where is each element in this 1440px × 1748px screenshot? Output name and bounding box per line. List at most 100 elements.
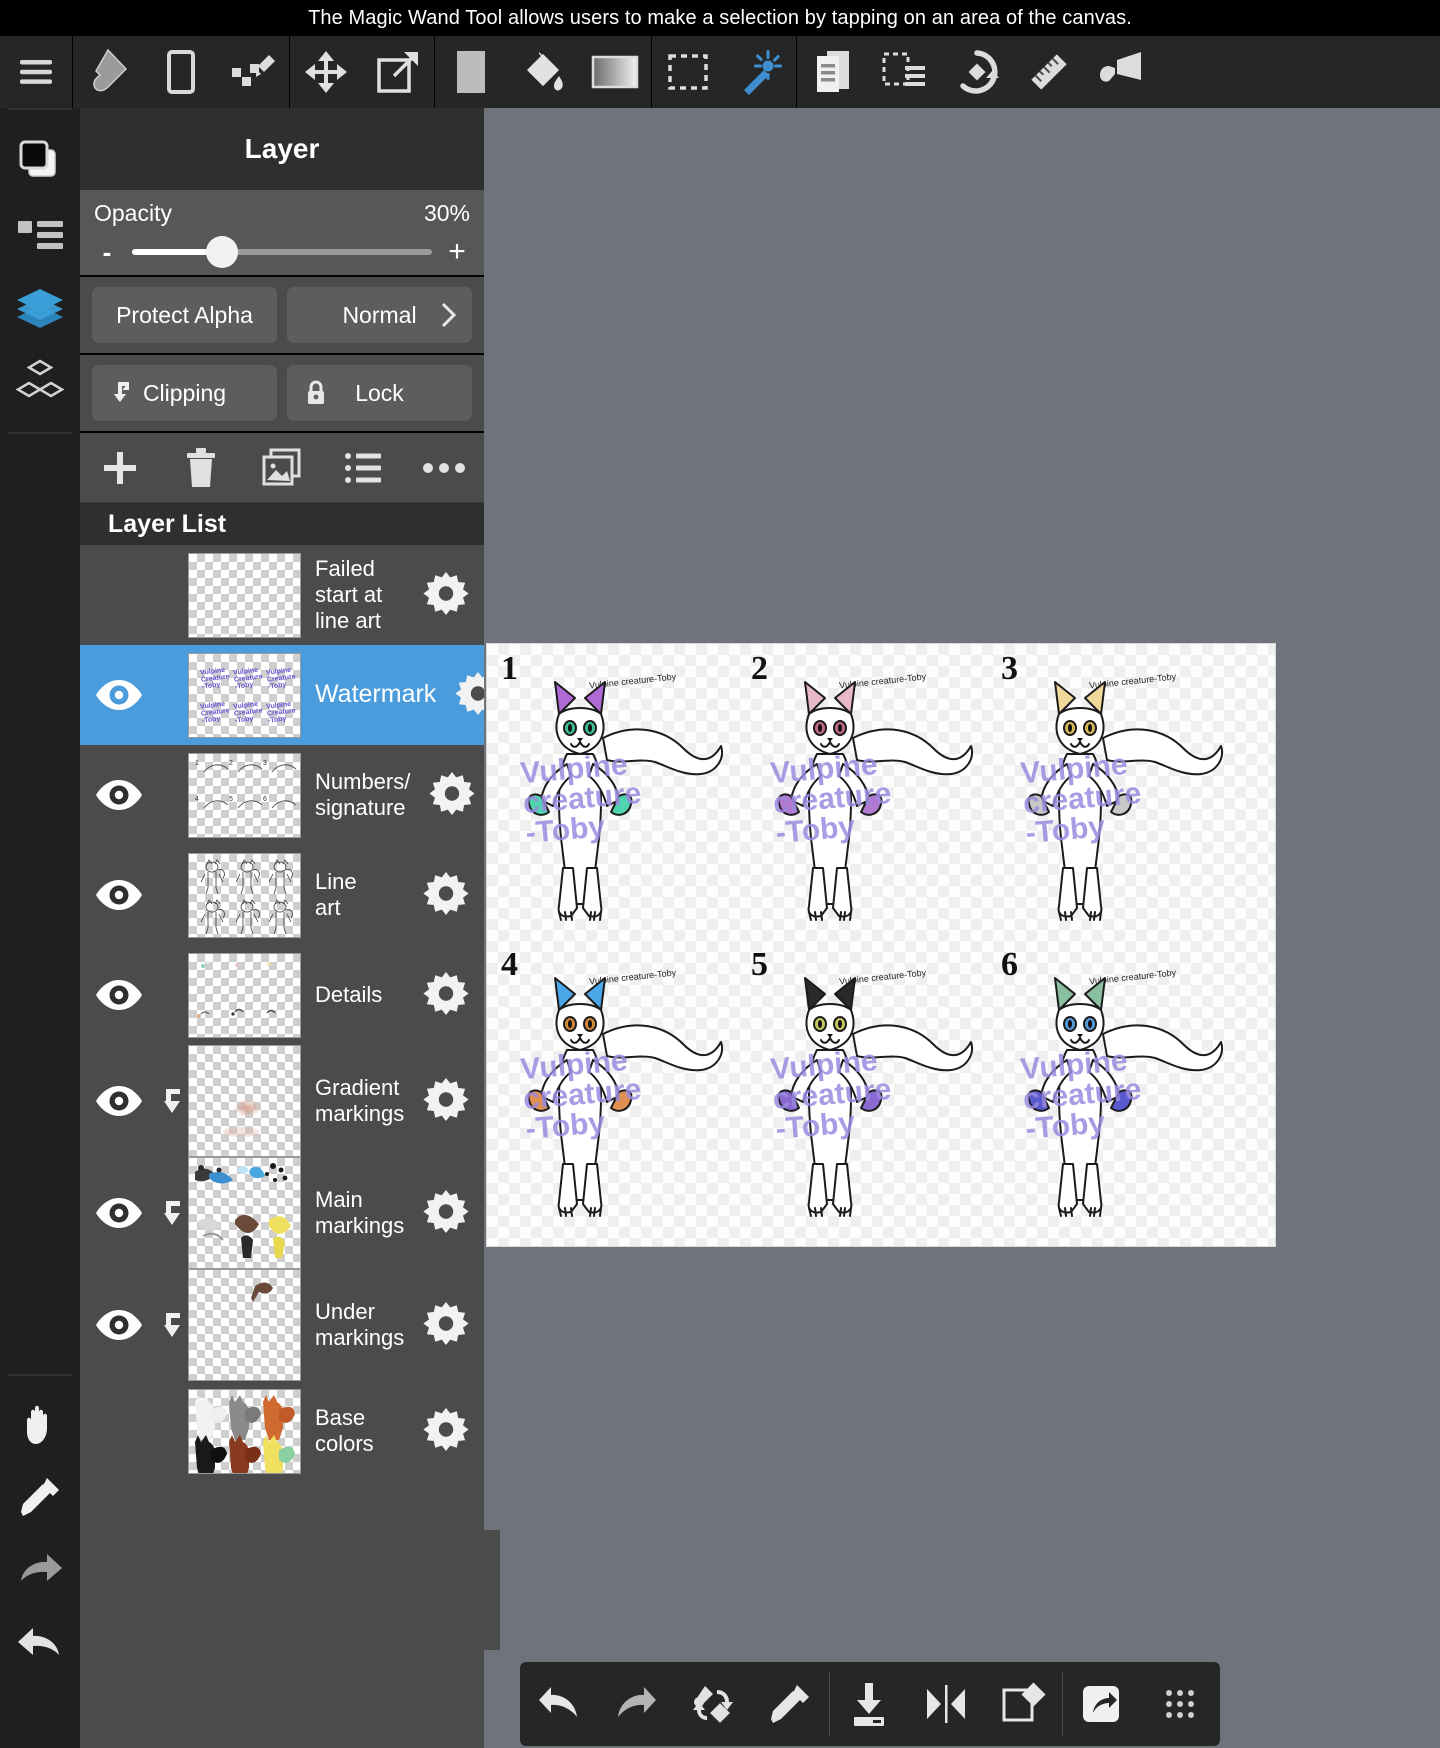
share-button[interactable] bbox=[1063, 1662, 1140, 1746]
layer-settings-button[interactable] bbox=[408, 945, 484, 1045]
layer-row[interactable]: 1 2 3 4 5 6 Numbers/signature bbox=[80, 745, 484, 845]
layer-clipping-indicator bbox=[158, 1045, 188, 1157]
artboard[interactable]: 1 Vulpine creature-Toby Vulpine creature -… bbox=[486, 643, 1276, 1247]
brush-list-icon[interactable] bbox=[0, 198, 80, 272]
opacity-slider[interactable] bbox=[132, 236, 432, 268]
canvas-area[interactable]: 1 Vulpine creature-Toby Vulpine creature -… bbox=[484, 108, 1440, 1748]
layer-visibility-toggle[interactable] bbox=[80, 745, 158, 845]
watermark-text: Vulpine creature -Toby bbox=[519, 747, 643, 850]
opacity-slider-knob[interactable] bbox=[206, 236, 238, 268]
character-figure: 4 Vulpine creature-Toby Vulpine creature -… bbox=[497, 946, 747, 1242]
character-figure: 2 Vulpine creature-Toby Vulpine creature -… bbox=[747, 650, 997, 946]
opacity-increase-button[interactable]: + bbox=[444, 237, 470, 267]
blend-mode-button[interactable]: Normal bbox=[287, 287, 472, 343]
add-layer-quick-button[interactable] bbox=[985, 1662, 1062, 1746]
layer-settings-button[interactable] bbox=[408, 1269, 484, 1381]
layer-settings-button[interactable] bbox=[408, 1157, 484, 1269]
rect-select-icon[interactable] bbox=[652, 36, 724, 108]
layer-thumbnail-wrap bbox=[188, 1269, 301, 1381]
watermark-text: Vulpine creature -Toby bbox=[769, 747, 893, 850]
eyedropper-button[interactable] bbox=[752, 1662, 829, 1746]
hand-pan-icon[interactable] bbox=[0, 1386, 80, 1460]
ruler-icon[interactable] bbox=[1013, 36, 1085, 108]
layer-row[interactable]: Failed start at line art bbox=[80, 545, 484, 645]
more-options-button[interactable] bbox=[403, 433, 484, 503]
eraser-icon[interactable] bbox=[145, 36, 217, 108]
layer-row[interactable]: Vulpine Creature -Toby Vulpine Creature -… bbox=[80, 645, 484, 745]
smudge-icon[interactable] bbox=[217, 36, 289, 108]
clipping-button[interactable]: Clipping bbox=[92, 365, 277, 421]
layer-row[interactable]: Line art bbox=[80, 845, 484, 945]
duplicate-layer-button[interactable] bbox=[242, 433, 323, 503]
layer-name: Numbers/signature bbox=[315, 769, 411, 820]
rotate-icon[interactable] bbox=[941, 36, 1013, 108]
layer-name: Watermark bbox=[315, 680, 437, 709]
layer-visibility-toggle[interactable] bbox=[80, 1381, 158, 1481]
lock-button[interactable]: Lock bbox=[287, 365, 472, 421]
eyedropper-icon[interactable] bbox=[0, 1460, 80, 1534]
color-swatch-icon[interactable] bbox=[435, 36, 507, 108]
opacity-decrease-button[interactable]: - bbox=[94, 239, 120, 265]
transform-tool-button[interactable] bbox=[675, 1662, 752, 1746]
color-palette-icon[interactable] bbox=[0, 124, 80, 198]
undo-button[interactable] bbox=[520, 1662, 597, 1746]
layer-settings-button[interactable] bbox=[408, 545, 484, 645]
layer-clipping-indicator bbox=[158, 745, 188, 845]
layer-settings-button[interactable] bbox=[440, 645, 484, 745]
toolbar-group-fill bbox=[435, 36, 651, 108]
blend-mode-label: Normal bbox=[342, 301, 417, 328]
handle-grip-button[interactable] bbox=[1140, 1662, 1220, 1746]
layer-settings-button[interactable] bbox=[408, 1045, 484, 1157]
gradient-icon[interactable] bbox=[579, 36, 651, 108]
layer-settings-button[interactable] bbox=[408, 845, 484, 945]
layer-visibility-toggle[interactable] bbox=[80, 1157, 158, 1269]
undo-arrow-icon[interactable] bbox=[0, 1608, 80, 1682]
layer-settings-button[interactable] bbox=[408, 1381, 484, 1481]
layer-thumbnail-wrap bbox=[188, 845, 301, 945]
layer-settings-button[interactable] bbox=[414, 745, 484, 845]
layer-clipping-indicator bbox=[158, 845, 188, 945]
layer-list[interactable]: Failed start at line art Vulpine Creature … bbox=[80, 545, 484, 1748]
filter-icon[interactable] bbox=[1085, 36, 1157, 108]
layer-thumbnail-wrap bbox=[188, 1157, 301, 1269]
brush-icon[interactable] bbox=[73, 36, 145, 108]
layer-action-bar bbox=[80, 433, 484, 503]
layer-name: Gradient markings bbox=[315, 1075, 405, 1126]
layer-row[interactable]: Under markings bbox=[80, 1269, 484, 1381]
canvas-icon[interactable] bbox=[797, 36, 869, 108]
layer-lock-row: Clipping Lock bbox=[80, 355, 484, 433]
watermark-text: Vulpine creature -Toby bbox=[1019, 1043, 1143, 1146]
move-icon[interactable] bbox=[290, 36, 362, 108]
redo-button[interactable] bbox=[597, 1662, 674, 1746]
magic-wand-icon[interactable] bbox=[724, 36, 796, 108]
layer-visibility-toggle[interactable] bbox=[80, 845, 158, 945]
selection-layer-icon[interactable] bbox=[869, 36, 941, 108]
transform-icon[interactable] bbox=[362, 36, 434, 108]
watermark-text: Vulpine creature -Toby bbox=[1019, 747, 1143, 850]
layer-clipping-indicator bbox=[158, 1269, 188, 1381]
redo-arrow-icon[interactable] bbox=[0, 1534, 80, 1608]
delete-layer-button[interactable] bbox=[161, 433, 242, 503]
bucket-fill-icon[interactable] bbox=[507, 36, 579, 108]
layer-row[interactable]: Main markings bbox=[80, 1157, 484, 1269]
layer-row[interactable]: Details bbox=[80, 945, 484, 1045]
layers-icon[interactable] bbox=[0, 272, 80, 346]
layer-visibility-toggle[interactable] bbox=[80, 1045, 158, 1157]
layer-visibility-toggle[interactable] bbox=[80, 645, 158, 745]
materials-icon[interactable] bbox=[0, 346, 80, 420]
layer-visibility-toggle[interactable] bbox=[80, 945, 158, 1045]
add-layer-button[interactable] bbox=[80, 433, 161, 503]
layer-thumbnail: Vulpine Creature -Toby Vulpine Creature -… bbox=[188, 652, 301, 738]
opacity-label: Opacity bbox=[94, 200, 172, 226]
layer-options-button[interactable] bbox=[322, 433, 403, 503]
layer-visibility-toggle[interactable] bbox=[80, 1269, 158, 1381]
menu-icon[interactable] bbox=[0, 36, 72, 108]
layer-row[interactable]: Gradient markings bbox=[80, 1045, 484, 1157]
layer-visibility-toggle[interactable] bbox=[80, 545, 158, 645]
import-button[interactable] bbox=[830, 1662, 907, 1746]
flip-horizontal-button[interactable] bbox=[907, 1662, 984, 1746]
panel-resize-handle[interactable] bbox=[484, 1530, 500, 1650]
layer-row[interactable]: Base colors bbox=[80, 1381, 484, 1481]
protect-alpha-button[interactable]: Protect Alpha bbox=[92, 287, 277, 343]
toolbar-group-utility bbox=[797, 36, 1157, 108]
